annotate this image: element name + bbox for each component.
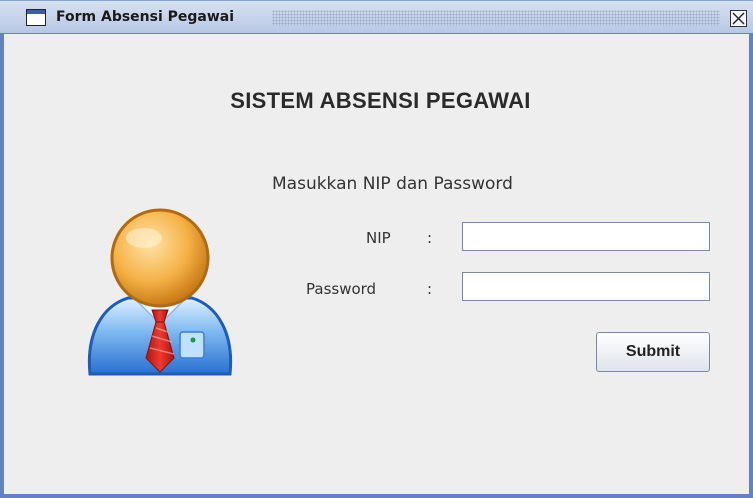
- close-icon[interactable]: [730, 10, 747, 27]
- submit-button[interactable]: Submit: [596, 332, 710, 372]
- nip-input[interactable]: [462, 222, 710, 251]
- title-bar[interactable]: Form Absensi Pegawai: [0, 0, 753, 34]
- user-avatar-icon: [82, 206, 238, 382]
- password-colon: :: [427, 280, 433, 298]
- password-input[interactable]: [462, 272, 710, 301]
- password-label: Password: [306, 280, 377, 298]
- nip-colon: :: [427, 229, 433, 247]
- window-title: Form Absensi Pegawai: [56, 9, 235, 25]
- login-window: Form Absensi Pegawai SISTEM ABSENSI PEGA…: [0, 0, 753, 498]
- nip-label: NIP: [366, 229, 391, 247]
- window-icon: [26, 9, 46, 26]
- form-instruction: Masukkan NIP dan Password: [272, 174, 513, 194]
- title-bar-grip: [272, 10, 720, 26]
- page-title: SISTEM ABSENSI PEGAWAI: [230, 88, 531, 113]
